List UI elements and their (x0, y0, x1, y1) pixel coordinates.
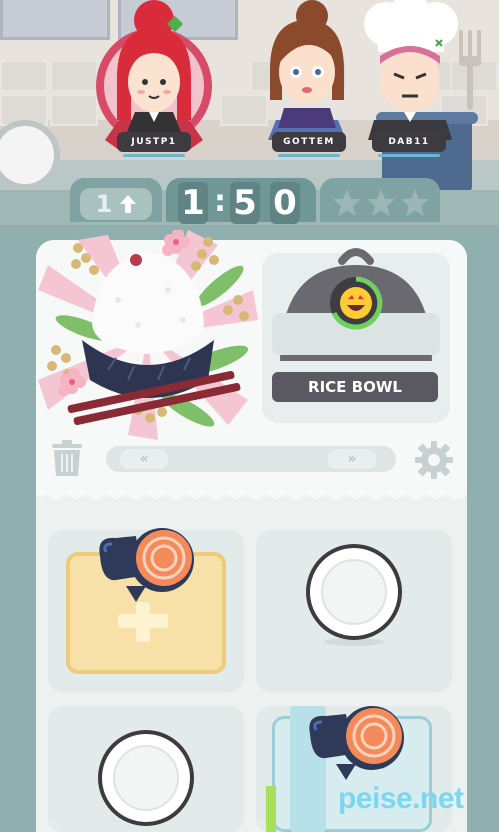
station-plate[interactable] (48, 706, 244, 832)
player-name: JUSTP1 (117, 132, 191, 157)
trash-icon[interactable] (50, 440, 84, 478)
star-empty-icon (367, 189, 395, 217)
gear-icon[interactable] (414, 440, 454, 480)
salmon-icon[interactable] (96, 516, 196, 612)
station-plate[interactable] (256, 530, 452, 692)
star-empty-icon (401, 189, 429, 217)
timer-digit: 1 (178, 182, 208, 224)
salmon-icon[interactable] (306, 694, 406, 790)
arrow-up-icon (120, 195, 137, 213)
empty-plate-icon[interactable] (304, 544, 404, 648)
happy-face-icon (330, 276, 383, 330)
timer-digit: 5 (230, 182, 260, 224)
empty-plate-icon[interactable] (96, 726, 196, 830)
level-number: 1 (95, 190, 113, 218)
background-plate (0, 120, 60, 190)
player-avatar-1[interactable]: JUSTP1 (95, 0, 213, 160)
cabinet (0, 0, 110, 40)
ingredient-scroller[interactable]: « » (106, 446, 396, 472)
scroll-right-button[interactable]: » (328, 449, 376, 469)
timer-separator: : (214, 184, 226, 219)
player-avatar-2[interactable]: GOTTEM (262, 0, 352, 160)
fridge-shelf (266, 786, 276, 832)
star-empty-icon (333, 189, 361, 217)
rice-bowl-dish-icon[interactable] (38, 230, 258, 440)
divider (36, 486, 467, 499)
scroll-left-button[interactable]: « (120, 449, 168, 469)
player-name: DAB11 (372, 132, 446, 157)
level-indicator: 1 (80, 188, 152, 220)
station-cutting-board[interactable] (48, 528, 244, 692)
timer-digit: 0 (270, 182, 300, 224)
order-title: RICE BOWL (272, 372, 438, 402)
player-avatar-3[interactable]: DAB11 (356, 0, 466, 160)
hud-bar: 1 1 : 5 0 (70, 172, 440, 224)
watermark: peise.net (338, 782, 464, 815)
player-name: GOTTEM (272, 132, 346, 157)
kitchen-scene: JUSTP1 GOTTEM DAB11 1 1: 5 0 (0, 0, 499, 225)
